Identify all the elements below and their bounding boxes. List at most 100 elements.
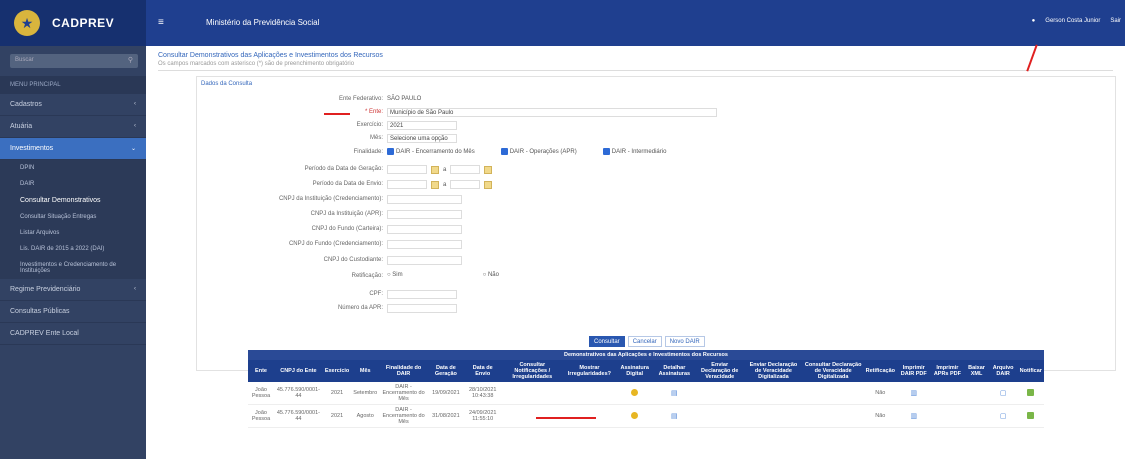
cnpj-custodiante-input[interactable] [387, 256, 462, 265]
numero-apr-label: Número da APR: [337, 305, 383, 311]
print-pdf-icon[interactable]: ▥ [910, 413, 917, 420]
col-header: Exercício [322, 360, 352, 382]
cnpj-inst-label: CNPJ da Instituição (Credenciamento): [278, 196, 383, 202]
unidade-select[interactable]: Município de São Paulo [387, 108, 717, 117]
sidebar-item-ente-local[interactable]: CADPREV Ente Local [0, 323, 146, 345]
col-header: Finalidade do DAIR [379, 360, 428, 382]
chevron-icon: ‹ [134, 123, 136, 129]
menu-toggle-icon[interactable]: ≡ [158, 17, 164, 28]
col-header: Imprimir DAIR PDF [897, 360, 931, 382]
calendar-icon[interactable] [431, 180, 439, 189]
col-header: Data de Geração [427, 360, 464, 382]
sidebar: Buscar ⚲ MENU PRINCIPAL Cadastros ‹ Atuár… [0, 46, 146, 459]
file-icon[interactable]: ▢ [1000, 413, 1007, 420]
sidebar-sub-consultar-demonstrativos[interactable]: Consultar Demonstrativos [0, 192, 146, 209]
sidebar-item-cadastros[interactable]: Cadastros ‹ [0, 94, 146, 116]
ret-nao-option[interactable]: ○ Não [483, 272, 499, 278]
col-header: Arquivo DAIR [988, 360, 1018, 382]
coat-of-arms-icon: ★ [14, 10, 40, 36]
col-header: Ente [248, 360, 275, 382]
ate-label: a [443, 166, 447, 173]
calendar-icon[interactable] [431, 165, 439, 174]
exercicio-label: Exercício: [356, 122, 383, 128]
search-icon[interactable]: ⚲ [128, 56, 133, 64]
ret-sim-option[interactable]: ○ Sim [387, 272, 403, 278]
envio-inicio-input[interactable] [387, 180, 427, 189]
exercicio-input[interactable]: 2021 [387, 121, 457, 130]
unidade-label: * Ente: [364, 109, 383, 115]
detail-icon[interactable]: ▤ [671, 413, 678, 420]
sidebar-search[interactable]: Buscar ⚲ [10, 54, 138, 68]
mes-select[interactable]: Selecione uma opção [387, 134, 457, 143]
col-header: Enviar Declaração de Veracidade [695, 360, 745, 382]
ate-label: a [443, 181, 447, 188]
detail-icon[interactable]: ▤ [671, 390, 678, 397]
geracao-fim-input[interactable] [450, 165, 481, 174]
cnpj-fundo-cred-input[interactable] [387, 240, 462, 249]
chevron-icon: ‹ [134, 286, 136, 292]
col-header: Enviar Declaração de Veracidade Digitali… [744, 360, 803, 382]
mes-label: Mês: [369, 135, 383, 141]
brand[interactable]: ★ CADPREV [0, 0, 146, 46]
form-actions: Consultar Cancelar Novo DAIR [589, 336, 705, 347]
calendar-icon[interactable] [484, 180, 493, 189]
cancelar-button[interactable]: Cancelar [627, 336, 662, 347]
file-icon[interactable]: ▢ [1000, 390, 1007, 397]
table-header-row: Ente CNPJ do Ente Exercício Mês Finalida… [248, 360, 1044, 382]
signature-status-icon[interactable] [631, 411, 639, 419]
col-header: Consultar Notificações / Irregularidades [501, 360, 563, 382]
col-header: Mês [351, 360, 380, 382]
annotation-arrow [324, 113, 350, 115]
col-header: Detalhar Assinaturas [653, 360, 696, 382]
logout-link[interactable]: Sair [1110, 18, 1121, 24]
cnpj-fundo-label: CNPJ do Fundo (Carteira): [311, 226, 383, 232]
novo-dair-button[interactable]: Novo DAIR [664, 336, 705, 347]
col-header: Data de Envio [463, 360, 502, 382]
annotation-arrow [1026, 44, 1038, 72]
col-header: Assinatura Digital [615, 360, 654, 382]
table-row: João Pessoa 45.776.590/0001-44 2021 Agos… [248, 404, 1044, 428]
brand-name: CADPREV [52, 16, 115, 30]
table-row: João Pessoa 45.776.590/0001-44 2021 Sete… [248, 382, 1044, 405]
cnpj-inst-apr-input[interactable] [387, 210, 462, 219]
menu-header: MENU PRINCIPAL [0, 76, 146, 94]
page-subtitle: Os campos marcados com asterisco (*) são… [158, 61, 355, 67]
numero-apr-input[interactable] [387, 304, 457, 313]
sidebar-sub-dair-2015[interactable]: Lis. DAIR de 2015 a 2022 (DAI) [0, 241, 146, 257]
ministry-title: Ministério da Previdência Social [206, 18, 320, 27]
notify-icon[interactable] [1027, 388, 1035, 396]
sidebar-sub-dpin[interactable]: DPIN [0, 160, 146, 176]
geracao-inicio-input[interactable] [387, 165, 427, 174]
sidebar-item-atuaria[interactable]: Atuária ‹ [0, 116, 146, 138]
finalidade-opt-operacoes[interactable]: DAIR - Operações (APR) [500, 148, 577, 155]
main-content: Consultar Demonstrativos das Aplicações … [146, 44, 1125, 459]
finalidade-opt-encerramento[interactable]: DAIR - Encerramento do Mês [387, 148, 475, 155]
calendar-icon[interactable] [484, 165, 493, 174]
col-header: Retificação [863, 360, 897, 382]
signature-status-icon[interactable] [631, 388, 639, 396]
sidebar-item-investimentos[interactable]: Investimentos ⌄ [0, 138, 146, 160]
consultar-button[interactable]: Consultar [589, 336, 625, 347]
col-header: Baixar XML [964, 360, 989, 382]
cnpj-inst-input[interactable] [387, 195, 462, 204]
notify-icon[interactable] [1027, 411, 1035, 419]
search-input[interactable]: Buscar [15, 57, 34, 63]
ente-label: Ente Federativo: [338, 96, 383, 102]
sidebar-sub-situacao[interactable]: Consultar Situação Entregas [0, 209, 146, 225]
finalidade-opt-intermediario[interactable]: DAIR - Intermediário [602, 148, 666, 155]
sidebar-sub-dair[interactable]: DAIR [0, 176, 146, 192]
checkbox-icon [500, 148, 508, 155]
periodo-envio-label: Período da Data de Envio: [312, 181, 383, 187]
sidebar-sub-credenciamento[interactable]: Investimentos e Credenciamento de Instit… [0, 257, 146, 279]
col-header: Consultar Declaração de Veracidade Digit… [802, 360, 864, 382]
sidebar-item-regime[interactable]: Regime Previdenciário ‹ [0, 279, 146, 301]
checkbox-icon [602, 148, 610, 155]
divider [158, 70, 1113, 71]
user-name[interactable]: Gerson Costa Junior [1045, 18, 1100, 24]
cnpj-fundo-input[interactable] [387, 225, 462, 234]
cpf-input[interactable] [387, 290, 457, 299]
sidebar-sub-listar-arquivos[interactable]: Listar Arquivos [0, 225, 146, 241]
envio-fim-input[interactable] [450, 180, 481, 189]
sidebar-item-consultas[interactable]: Consultas Públicas [0, 301, 146, 323]
print-pdf-icon[interactable]: ▥ [910, 390, 917, 397]
